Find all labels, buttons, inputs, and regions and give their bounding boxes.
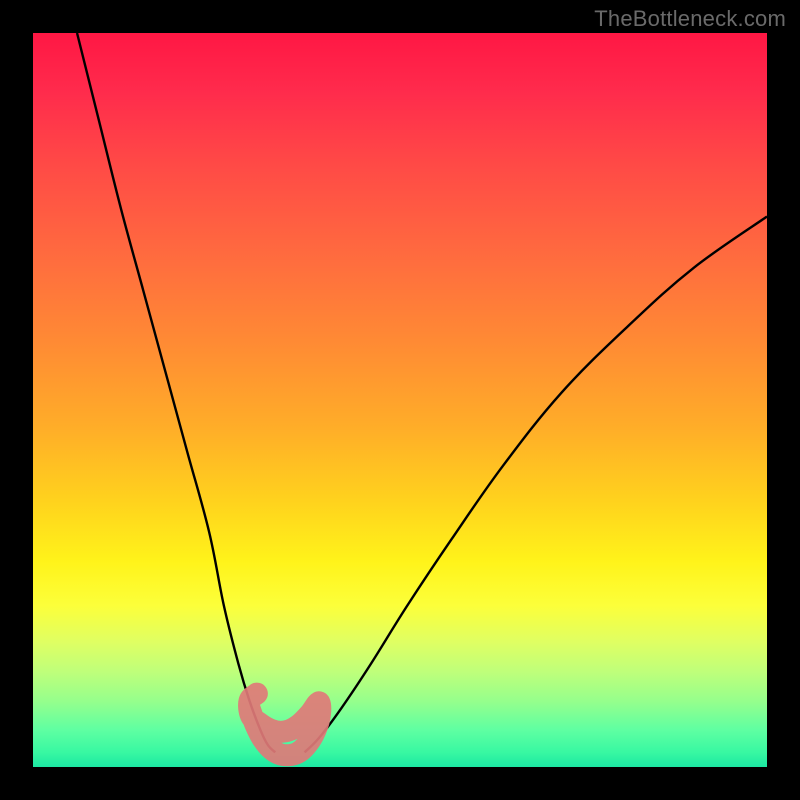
left-curve-path [77, 33, 275, 752]
chart-svg [33, 33, 767, 767]
watermark-text: TheBottleneck.com [594, 6, 786, 32]
chart-frame: TheBottleneck.com [0, 0, 800, 800]
valley-marker-path [249, 694, 320, 756]
plot-area [33, 33, 767, 767]
right-curve-path [305, 217, 767, 753]
